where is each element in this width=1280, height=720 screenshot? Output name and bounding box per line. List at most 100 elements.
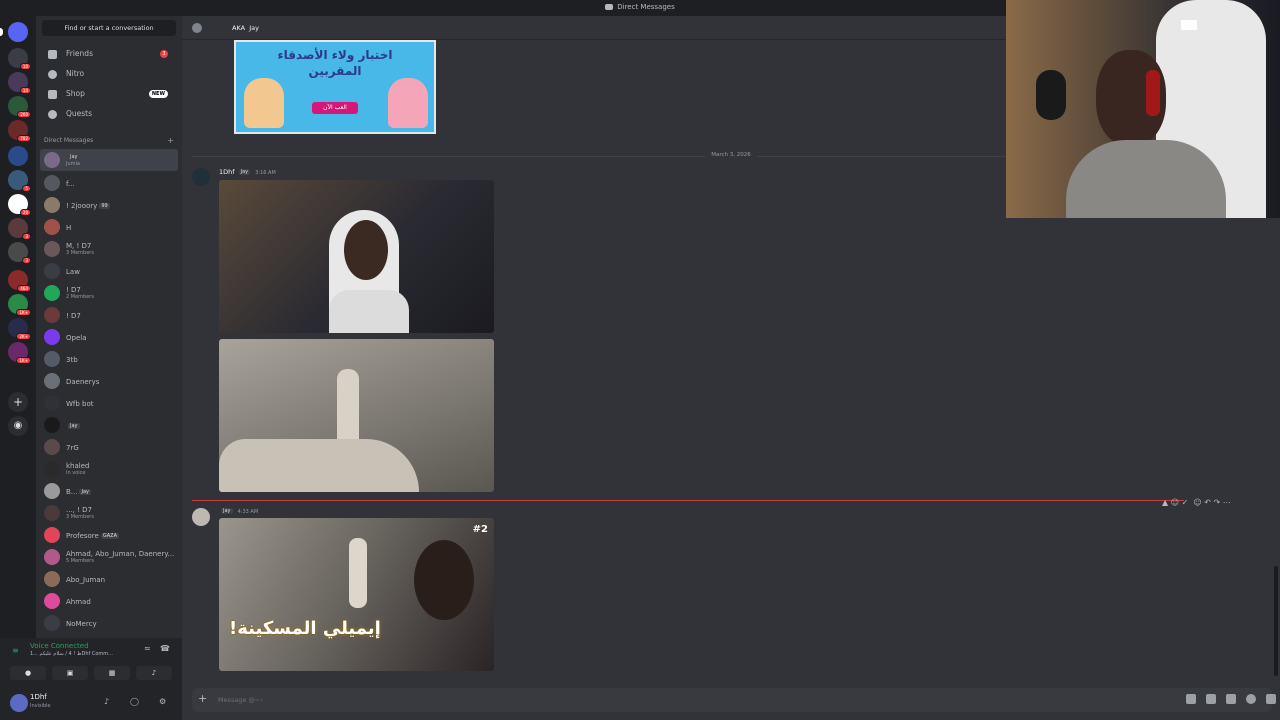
- avatar: [44, 263, 60, 279]
- avatar[interactable]: [192, 508, 210, 526]
- dm-item[interactable]: ! 2jooory 99: [40, 194, 178, 216]
- dm-item[interactable]: f...: [40, 172, 178, 194]
- dm-name-text: Wfb bot: [66, 400, 94, 408]
- dm-name-text: H: [66, 224, 72, 232]
- server-icon[interactable]: 5: [8, 170, 31, 192]
- video-thumbnail[interactable]: [219, 180, 494, 333]
- dm-item[interactable]: Law: [40, 260, 178, 282]
- dm-item[interactable]: Ahmad, Abo_Juman, Daenery... 5 Members: [40, 546, 178, 568]
- dm-item[interactable]: 7rG: [40, 436, 178, 458]
- nav-shop[interactable]: Shop NEW: [42, 85, 176, 103]
- server-icon[interactable]: 2K+: [8, 318, 31, 340]
- nav-nitro[interactable]: Nitro: [42, 65, 176, 83]
- voice-location[interactable]: ظ ! 4 / سلام عليكم ...1Dhf Comm...: [30, 651, 113, 657]
- server-icon[interactable]: 14: [8, 72, 31, 94]
- camera-button[interactable]: ●: [10, 666, 46, 680]
- disconnect-icon[interactable]: ☎: [160, 644, 170, 653]
- play-now-button[interactable]: العب الآن: [312, 102, 358, 114]
- dm-item[interactable]: Jay Jumia: [40, 149, 178, 171]
- voice-status[interactable]: Voice Connected: [30, 642, 89, 650]
- headphones-icon[interactable]: ◯: [130, 697, 139, 706]
- dm-item[interactable]: H: [40, 216, 178, 238]
- dm-subtext: Jumia: [66, 161, 80, 167]
- avatar: [44, 152, 60, 168]
- check-icon[interactable]: ✓: [1182, 498, 1189, 507]
- find-conversation-button[interactable]: Find or start a conversation: [42, 20, 176, 36]
- sticker-icon[interactable]: [1226, 694, 1236, 704]
- dm-item[interactable]: Jay: [40, 414, 178, 436]
- server-icon[interactable]: 1K+: [8, 342, 31, 364]
- message-input[interactable]: [218, 694, 818, 706]
- person-sweater: [1066, 140, 1226, 218]
- avatar[interactable]: [10, 694, 28, 712]
- server-icon[interactable]: 260: [8, 96, 31, 118]
- server-icon[interactable]: 20: [8, 194, 31, 216]
- dm-name: B... Jay: [66, 488, 91, 496]
- add-reaction-icon[interactable]: ☺: [1193, 498, 1201, 507]
- dm-item[interactable]: ! D7: [40, 304, 178, 326]
- dm-item[interactable]: Ahmad: [40, 590, 178, 612]
- dm-item[interactable]: ! D7 2 Members: [40, 282, 178, 304]
- scrollbar[interactable]: [1274, 566, 1278, 676]
- dm-item[interactable]: Profesore GAZA: [40, 524, 178, 546]
- dm-item[interactable]: khaled In voice: [40, 458, 178, 480]
- dm-subtext: 3 Members: [66, 514, 94, 520]
- dm-name: f...: [66, 180, 75, 188]
- server-icon[interactable]: 10: [8, 48, 31, 70]
- dm-item[interactable]: Daenerys: [40, 370, 178, 392]
- dm-name-text: ! 2jooory: [66, 202, 98, 210]
- avatar: [44, 461, 60, 477]
- server-icon[interactable]: 1K+: [8, 294, 31, 316]
- user-tag: GAZA: [100, 533, 119, 539]
- home-button[interactable]: [8, 22, 28, 42]
- dm-item[interactable]: ..., ! D7 3 Members: [40, 502, 178, 524]
- microphone-icon[interactable]: ♪: [104, 697, 109, 706]
- dm-name-text: NoMercy: [66, 620, 97, 628]
- forward-icon[interactable]: ↷: [1214, 498, 1221, 507]
- dm-item[interactable]: Wfb bot: [40, 392, 178, 414]
- dm-name: Daenerys: [66, 378, 99, 386]
- dm-item[interactable]: Opela: [40, 326, 178, 348]
- bed-sheet: [219, 439, 419, 492]
- nav-friends[interactable]: Friends 3: [42, 45, 176, 63]
- add-server-icon[interactable]: +: [8, 392, 28, 412]
- message-author[interactable]: 1Dhf: [219, 168, 235, 176]
- video-thumbnail[interactable]: [219, 339, 494, 492]
- dm-item[interactable]: 3tb: [40, 348, 178, 370]
- server-icon[interactable]: 3: [8, 242, 31, 264]
- crown-logo: [1181, 20, 1197, 30]
- noise-suppression-icon[interactable]: ≈: [144, 644, 151, 653]
- dm-item[interactable]: Abo_Juman: [40, 568, 178, 590]
- thumbs-up-icon[interactable]: ▲: [1162, 498, 1168, 507]
- dm-item[interactable]: M, ! D7 3 Members: [40, 238, 178, 260]
- server-icon[interactable]: 464: [8, 270, 31, 292]
- server-icon[interactable]: 782: [8, 120, 31, 142]
- discover-icon[interactable]: ◉: [8, 416, 28, 436]
- avatar: [44, 197, 60, 213]
- game-banner-embed[interactable]: اختبار ولاء الأصدقاء المقربين العب الآن: [234, 40, 436, 134]
- server-icon[interactable]: 3: [8, 218, 31, 240]
- avatar: [44, 241, 60, 257]
- username[interactable]: 1Dhf: [30, 693, 47, 701]
- dm-item[interactable]: NoMercy: [40, 612, 178, 634]
- more-icon[interactable]: ⋯: [1223, 498, 1231, 507]
- apps-icon[interactable]: [1266, 694, 1276, 704]
- gif-icon[interactable]: [1206, 694, 1216, 704]
- screen-share-button[interactable]: ▣: [52, 666, 88, 680]
- gift-icon[interactable]: [1186, 694, 1196, 704]
- reply-icon[interactable]: ↶: [1204, 498, 1211, 507]
- dm-name: Ahmad, Abo_Juman, Daenery...: [66, 550, 174, 558]
- gear-icon[interactable]: ⚙: [159, 697, 166, 706]
- avatar[interactable]: [192, 168, 210, 186]
- folder-icon[interactable]: [8, 146, 28, 166]
- plush-toy: [1036, 70, 1066, 120]
- emoji-icon[interactable]: [1246, 694, 1256, 704]
- activities-button[interactable]: ▦: [94, 666, 130, 680]
- soundboard-button[interactable]: ♪: [136, 666, 172, 680]
- attach-plus-icon[interactable]: +: [198, 693, 207, 705]
- nav-quests[interactable]: Quests: [42, 105, 176, 123]
- emoji-icon[interactable]: ☺: [1171, 498, 1179, 507]
- dm-item[interactable]: B... Jay: [40, 480, 178, 502]
- video-thumbnail[interactable]: #2 إيميلي المسكينة!: [219, 518, 494, 671]
- create-dm-icon[interactable]: +: [167, 136, 174, 145]
